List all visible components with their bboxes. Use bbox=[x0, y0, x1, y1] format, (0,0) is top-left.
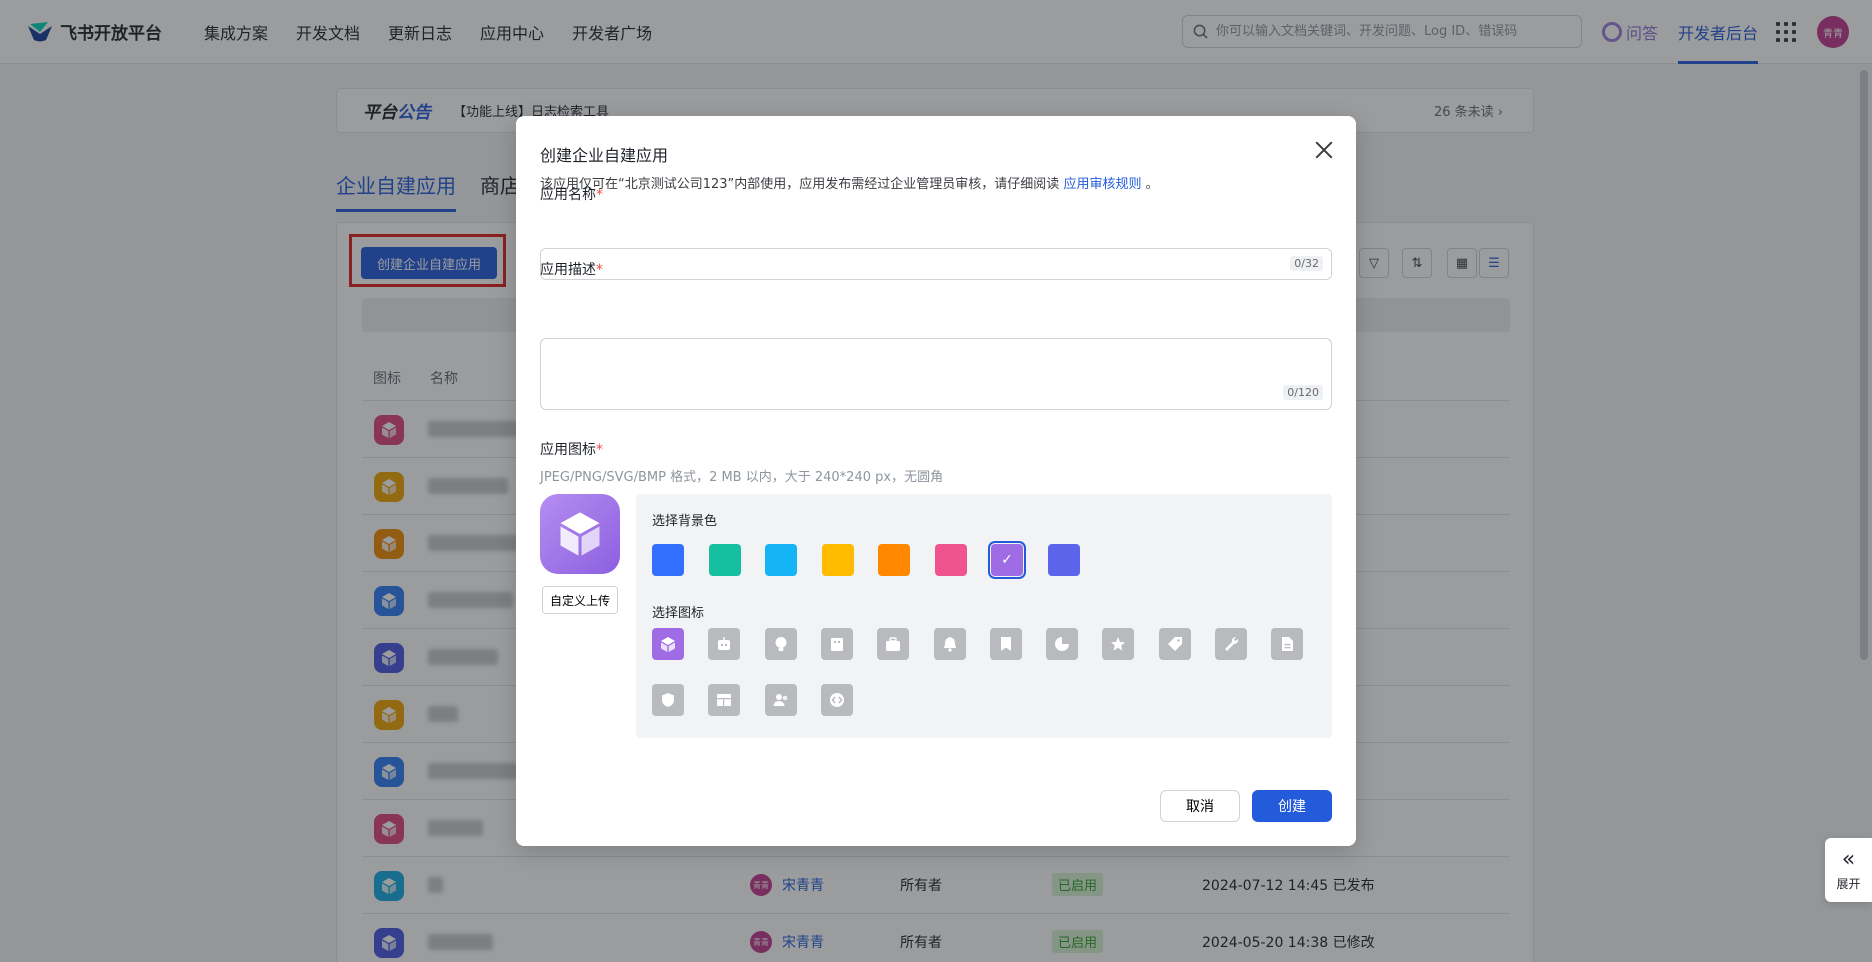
star-icon[interactable] bbox=[1102, 628, 1135, 660]
icon-format-hint: JPEG/PNG/SVG/BMP 格式，2 MB 以内，大于 240*240 p… bbox=[540, 470, 944, 485]
wrench-icon[interactable] bbox=[1215, 628, 1247, 660]
cancel-button[interactable]: 取消 bbox=[1160, 790, 1240, 822]
app-name-input[interactable]: 0/32 bbox=[540, 248, 1332, 280]
expand-label: 展开 bbox=[1836, 876, 1861, 891]
bg-color-swatch[interactable] bbox=[934, 544, 967, 576]
icon-field-label: 应用图标* bbox=[540, 442, 603, 458]
bookmark-icon[interactable] bbox=[989, 628, 1022, 660]
dialog-description: 该应用仅可在“北京测试公司123”内部使用，应用发布需经过企业管理员审核，请仔细… bbox=[540, 177, 1159, 192]
layout-icon[interactable] bbox=[708, 684, 741, 716]
bg-color-label: 选择背景色 bbox=[652, 514, 718, 529]
close-icon[interactable] bbox=[1312, 138, 1336, 162]
bg-color-swatch[interactable] bbox=[1047, 544, 1080, 576]
pie-icon[interactable] bbox=[1046, 628, 1079, 660]
code-icon[interactable] bbox=[820, 684, 853, 716]
name-char-counter: 0/32 bbox=[1290, 256, 1323, 271]
bulb-icon[interactable] bbox=[764, 628, 797, 660]
cube-icon bbox=[560, 512, 600, 556]
desc-field-label: 应用描述* bbox=[540, 262, 603, 278]
doc-icon[interactable] bbox=[1271, 628, 1304, 660]
bg-color-swatch[interactable] bbox=[708, 544, 741, 576]
dialog-title: 创建企业自建应用 bbox=[540, 146, 669, 165]
page-scrollbar[interactable] bbox=[1860, 70, 1868, 660]
bg-color-swatch[interactable] bbox=[821, 544, 854, 576]
bell-icon[interactable] bbox=[933, 628, 966, 660]
create-app-dialog: 创建企业自建应用 该应用仅可在“北京测试公司123”内部使用，应用发布需经过企业… bbox=[516, 116, 1356, 846]
icon-choice-label: 选择图标 bbox=[652, 606, 705, 621]
bg-color-swatch[interactable]: ✓ bbox=[988, 541, 1026, 579]
desc-char-counter: 0/120 bbox=[1283, 385, 1323, 400]
create-button[interactable]: 创建 bbox=[1252, 790, 1332, 822]
double-chevron-left-icon: « bbox=[1841, 846, 1856, 872]
bg-color-swatch[interactable] bbox=[652, 544, 684, 576]
expand-panel-button[interactable]: « 展开 bbox=[1825, 838, 1872, 902]
robot-icon[interactable] bbox=[708, 628, 741, 660]
custom-upload-button[interactable]: 自定义上传 bbox=[542, 586, 618, 614]
building-icon[interactable] bbox=[820, 628, 853, 660]
bg-color-swatch[interactable] bbox=[765, 544, 797, 576]
review-rules-link[interactable]: 应用审核规则 bbox=[1063, 177, 1141, 192]
bg-color-swatch[interactable] bbox=[878, 544, 910, 576]
people-icon[interactable] bbox=[764, 684, 797, 716]
shield-icon[interactable] bbox=[652, 684, 684, 716]
icon-picker: 选择背景色 ✓ 选择图标 bbox=[636, 494, 1332, 738]
briefcase-icon[interactable] bbox=[877, 628, 910, 660]
app-icon-preview bbox=[540, 494, 620, 574]
cube-icon[interactable] bbox=[652, 628, 684, 660]
name-field-label: 应用名称* bbox=[540, 187, 603, 203]
app-description-textarea[interactable]: 0/120 bbox=[540, 338, 1332, 410]
tag-icon[interactable] bbox=[1158, 628, 1191, 660]
